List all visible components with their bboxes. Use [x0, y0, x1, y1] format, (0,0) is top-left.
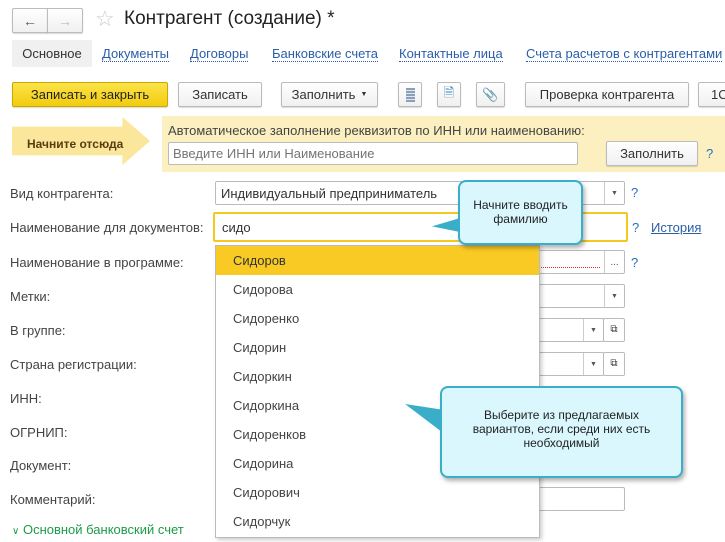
- chevron-down-icon[interactable]: ▼: [604, 182, 624, 204]
- forward-button[interactable]: →: [47, 8, 83, 33]
- fill-dropdown-button[interactable]: Заполнить ▼: [281, 82, 378, 107]
- save-button[interactable]: Записать: [178, 82, 262, 107]
- tab-contracts[interactable]: Договоры: [190, 46, 249, 62]
- back-button[interactable]: ←: [12, 8, 48, 33]
- page-title: Контрагент (создание) *: [124, 8, 335, 29]
- comment-input[interactable]: [530, 487, 625, 511]
- help-icon[interactable]: ?: [706, 146, 713, 161]
- tooltip-start-typing: Начните вводить фамилию: [458, 180, 583, 245]
- ellipsis-button[interactable]: ...: [604, 251, 624, 273]
- autofill-fill-button[interactable]: Заполнить: [606, 141, 698, 166]
- document-export-icon: 🗎: [443, 84, 455, 100]
- label-country: Страна регистрации:: [10, 357, 137, 372]
- start-here-label: Начните отсюда: [27, 137, 124, 151]
- label-kind: Вид контрагента:: [10, 186, 114, 201]
- tab-bank-accounts[interactable]: Банковские счета: [272, 46, 379, 62]
- attach-button[interactable]: 📎: [476, 82, 505, 107]
- arrow-right-icon: →: [58, 12, 72, 29]
- tab-settlement-accounts[interactable]: Счета расчетов с контрагентами: [526, 46, 723, 62]
- suggestion-item[interactable]: Сидоренко: [216, 304, 539, 333]
- country-open-button[interactable]: ⧉: [603, 352, 625, 376]
- paperclip-icon: 📎: [482, 86, 499, 102]
- tab-main[interactable]: Основное: [12, 40, 92, 67]
- arrow-left-icon: ←: [23, 12, 37, 29]
- country-select[interactable]: ▼: [530, 352, 604, 376]
- suggestion-item[interactable]: Сидорова: [216, 275, 539, 304]
- required-marker: [541, 267, 600, 268]
- group-select[interactable]: ▼: [530, 318, 604, 342]
- chevron-down-icon: ∨: [12, 526, 20, 537]
- label-tags: Метки:: [10, 289, 51, 304]
- help-icon[interactable]: ?: [631, 185, 638, 200]
- suggestion-item[interactable]: Сидоров: [216, 246, 539, 275]
- chevron-down-icon: ▼: [360, 91, 368, 98]
- inn-search-input[interactable]: [168, 142, 578, 165]
- label-comment: Комментарий:: [10, 492, 96, 507]
- label-group: В группе:: [10, 323, 66, 338]
- suggestion-item[interactable]: Сидорчук: [216, 507, 539, 536]
- history-link[interactable]: История: [651, 220, 701, 235]
- 1c-button[interactable]: 1С: [698, 82, 725, 107]
- star-icon[interactable]: ☆: [95, 6, 115, 32]
- suggestion-item[interactable]: Сидорович: [216, 478, 539, 507]
- label-inn: ИНН:: [10, 391, 42, 406]
- suggestion-item[interactable]: Сидорин: [216, 333, 539, 362]
- check-counterparty-button[interactable]: Проверка контрагента: [525, 82, 689, 107]
- chevron-down-icon[interactable]: ▼: [583, 319, 603, 341]
- open-icon: ⧉: [610, 324, 618, 335]
- chevron-down-icon[interactable]: ▼: [604, 285, 624, 307]
- label-program-name: Наименование в программе:: [10, 255, 184, 270]
- tab-contacts[interactable]: Контактные лица: [399, 46, 503, 62]
- label-ogrnip: ОГРНИП:: [10, 425, 68, 440]
- bank-account-section-toggle[interactable]: ∨ Основной банковский счет: [12, 522, 184, 537]
- open-icon: ⧉: [610, 358, 618, 369]
- save-and-close-button[interactable]: Записать и закрыть: [12, 82, 168, 107]
- chevron-down-icon[interactable]: ▼: [583, 353, 603, 375]
- group-open-button[interactable]: ⧉: [603, 318, 625, 342]
- list-icon: [405, 87, 415, 102]
- program-name-input[interactable]: ...: [530, 250, 625, 274]
- print-export-button[interactable]: 🗎: [437, 82, 461, 107]
- document-list-button[interactable]: [398, 82, 422, 107]
- autofill-caption: Автоматическое заполнение реквизитов по …: [168, 123, 585, 138]
- label-document: Документ:: [10, 458, 72, 473]
- help-icon[interactable]: ?: [631, 255, 638, 270]
- tags-select[interactable]: ▼: [530, 284, 625, 308]
- help-icon[interactable]: ?: [632, 220, 639, 235]
- label-doc-name: Наименование для документов:: [10, 220, 204, 235]
- tab-documents[interactable]: Документы: [102, 46, 170, 62]
- tooltip-choose: Выберите из предлагаемых вариантов, если…: [440, 386, 683, 478]
